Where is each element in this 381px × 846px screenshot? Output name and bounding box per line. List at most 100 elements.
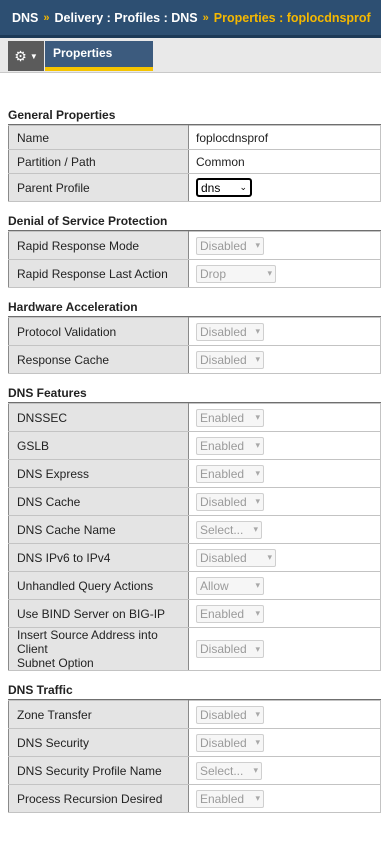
table-row: DNS Express Enabled ▾	[8, 459, 381, 488]
general-properties-table: Name foplocdnsprof Partition / Path Comm…	[8, 125, 381, 202]
process-recursion-desired-label: Process Recursion Desired	[8, 784, 189, 813]
chevron-down-icon: ▾	[255, 737, 260, 747]
dns-security-label: DNS Security	[8, 728, 189, 757]
dns-cache-label: DNS Cache	[8, 487, 189, 516]
chevron-down-icon: ▾	[255, 496, 260, 506]
chevron-down-icon: ▾	[255, 240, 260, 250]
chevron-down-icon: ▾	[255, 709, 260, 719]
parent-profile-label: Parent Profile	[8, 173, 189, 202]
table-row: DNS Security Profile Name Select... ▾	[8, 756, 381, 785]
dns-traffic-table: Zone Transfer Disabled ▾ DNS Security Dis…	[8, 700, 381, 813]
table-row: GSLB Enabled ▾	[8, 431, 381, 460]
section-hardware-acceleration: Hardware Acceleration	[8, 297, 381, 317]
section-dns-traffic: DNS Traffic	[8, 680, 381, 700]
chevron-down-icon: ▾	[255, 468, 260, 478]
insert-source-address-select[interactable]: Disabled ▾	[196, 640, 264, 658]
dos-protection-table: Rapid Response Mode Disabled ▾ Rapid Resp…	[8, 231, 381, 288]
table-row: Rapid Response Last Action Drop ▾	[8, 259, 381, 288]
process-recursion-desired-select[interactable]: Enabled ▾	[196, 789, 264, 808]
gear-icon: ⚙	[14, 47, 27, 64]
chevron-down-icon: ▾	[255, 326, 260, 336]
table-row: DNS Security Disabled ▾	[8, 728, 381, 757]
partition-path-value: Common	[188, 149, 381, 174]
parent-profile-select[interactable]: dns ⌄	[196, 178, 252, 197]
table-row: Protocol Validation Disabled ▾	[8, 317, 381, 346]
protocol-validation-label: Protocol Validation	[8, 317, 189, 346]
gslb-label: GSLB	[8, 431, 189, 460]
chevron-down-icon: ▾	[255, 580, 260, 590]
hardware-acceleration-table: Protocol Validation Disabled ▾ Response C…	[8, 317, 381, 374]
rapid-response-mode-select[interactable]: Disabled ▾	[196, 236, 264, 255]
rapid-response-last-action-label: Rapid Response Last Action	[8, 259, 189, 288]
table-row: Response Cache Disabled ▾	[8, 345, 381, 374]
chevron-down-icon: ▾	[267, 268, 272, 278]
gear-menu-button[interactable]: ⚙ ▼	[8, 41, 44, 71]
response-cache-select[interactable]: Disabled ▾	[196, 350, 264, 369]
section-dos-protection: Denial of Service Protection	[8, 211, 381, 231]
table-row: Unhandled Query Actions Allow ▾	[8, 571, 381, 600]
tab-bar: ⚙ ▼ Properties	[0, 38, 381, 73]
breadcrumb-current: Properties : foplocdnsprof	[213, 10, 371, 25]
partition-path-label: Partition / Path	[8, 149, 189, 174]
gslb-select[interactable]: Enabled ▾	[196, 436, 264, 455]
chevron-down-icon: ▾	[255, 608, 260, 618]
table-row: Zone Transfer Disabled ▾	[8, 700, 381, 729]
protocol-validation-select[interactable]: Disabled ▾	[196, 322, 264, 341]
table-row: Insert Source Address into Client Subnet…	[8, 627, 381, 671]
response-cache-label: Response Cache	[8, 345, 189, 374]
name-value: foplocdnsprof	[188, 125, 381, 150]
chevron-down-icon: ▾	[267, 552, 272, 562]
dnssec-label: DNSSEC	[8, 403, 189, 432]
table-row: Name foplocdnsprof	[8, 125, 381, 150]
table-row: DNS Cache Name Select... ▾	[8, 515, 381, 544]
chevron-down-icon: ⌄	[239, 182, 247, 192]
table-row: DNSSEC Enabled ▾	[8, 403, 381, 432]
tab-properties[interactable]: Properties	[45, 41, 153, 71]
breadcrumb-delivery-profiles[interactable]: Delivery : Profiles : DNS	[55, 11, 198, 25]
section-dns-features: DNS Features	[8, 383, 381, 403]
table-row: DNS Cache Disabled ▾	[8, 487, 381, 516]
dnssec-select[interactable]: Enabled ▾	[196, 408, 264, 427]
use-bind-server-label: Use BIND Server on BIG-IP	[8, 599, 189, 628]
dns-express-select[interactable]: Enabled ▾	[196, 464, 264, 483]
dns-security-profile-name-label: DNS Security Profile Name	[8, 756, 189, 785]
chevron-down-icon: ▾	[255, 643, 260, 654]
chevron-down-icon: ▾	[255, 354, 260, 364]
breadcrumb: DNS » Delivery : Profiles : DNS » Proper…	[0, 0, 381, 38]
dns-ipv6-to-ipv4-label: DNS IPv6 to IPv4	[8, 543, 189, 572]
unhandled-query-actions-select[interactable]: Allow ▾	[196, 576, 264, 595]
dns-cache-select[interactable]: Disabled ▾	[196, 492, 264, 511]
dns-ipv6-to-ipv4-select[interactable]: Disabled ▾	[196, 548, 276, 567]
properties-form: General Properties Name foplocdnsprof Pa…	[8, 105, 381, 822]
dns-features-table: DNSSEC Enabled ▾ GSLB Enabled ▾ DNS Expres…	[8, 403, 381, 671]
dns-cache-name-select[interactable]: Select... ▾	[196, 520, 262, 539]
table-row: Partition / Path Common	[8, 149, 381, 174]
chevron-down-icon: ▾	[255, 440, 260, 450]
dns-security-select[interactable]: Disabled ▾	[196, 733, 264, 752]
insert-source-address-label: Insert Source Address into Client Subnet…	[8, 627, 189, 671]
chevron-down-icon: ▾	[253, 524, 258, 534]
dns-cache-name-label: DNS Cache Name	[8, 515, 189, 544]
table-row: Parent Profile dns ⌄	[8, 173, 381, 202]
breadcrumb-separator: »	[43, 11, 50, 24]
dns-security-profile-name-select[interactable]: Select... ▾	[196, 761, 262, 780]
table-row: DNS IPv6 to IPv4 Disabled ▾	[8, 543, 381, 572]
section-general-properties: General Properties	[8, 105, 381, 125]
chevron-down-icon: ▾	[255, 793, 260, 803]
caret-down-icon: ▼	[29, 51, 38, 61]
chevron-down-icon: ▾	[255, 412, 260, 422]
unhandled-query-actions-label: Unhandled Query Actions	[8, 571, 189, 600]
dns-express-label: DNS Express	[8, 459, 189, 488]
zone-transfer-label: Zone Transfer	[8, 700, 189, 729]
rapid-response-last-action-select[interactable]: Drop ▾	[196, 264, 276, 283]
table-row: Use BIND Server on BIG-IP Enabled ▾	[8, 599, 381, 628]
table-row: Rapid Response Mode Disabled ▾	[8, 231, 381, 260]
zone-transfer-select[interactable]: Disabled ▾	[196, 705, 264, 724]
rapid-response-mode-label: Rapid Response Mode	[8, 231, 189, 260]
breadcrumb-separator: »	[202, 11, 209, 24]
table-row: Process Recursion Desired Enabled ▾	[8, 784, 381, 813]
breadcrumb-dns[interactable]: DNS	[12, 11, 38, 25]
use-bind-server-select[interactable]: Enabled ▾	[196, 604, 264, 623]
chevron-down-icon: ▾	[253, 765, 258, 775]
name-label: Name	[8, 125, 189, 150]
